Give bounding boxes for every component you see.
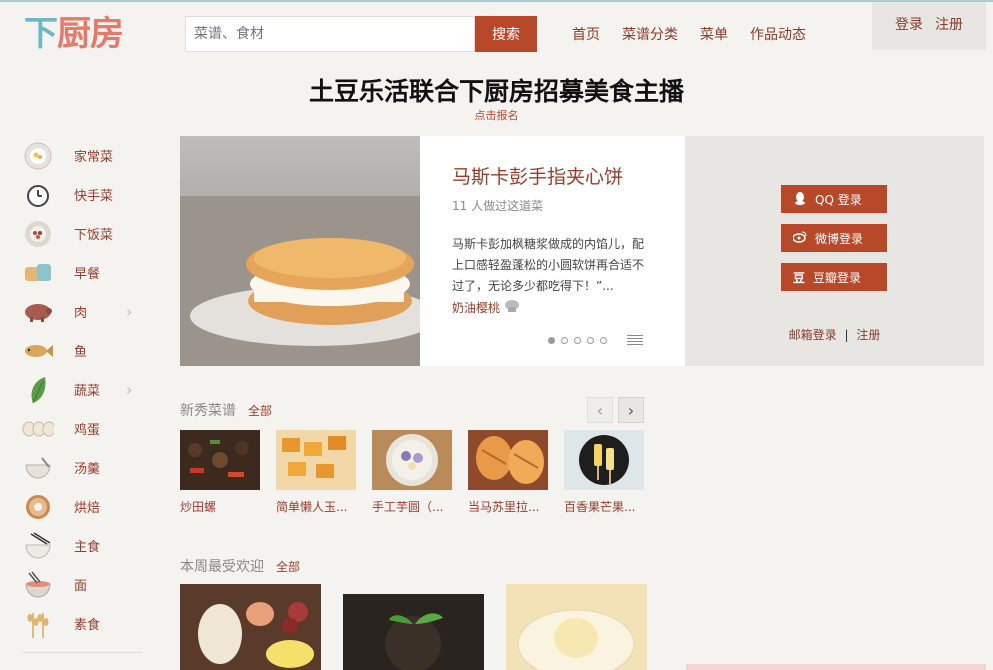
section-title: 本周最受欢迎 bbox=[180, 559, 264, 575]
sidebar-item-soups[interactable]: 汤羹 bbox=[22, 448, 152, 487]
sidebar-item-meat[interactable]: 肉 › bbox=[22, 292, 152, 331]
featured-recipe-card[interactable]: 马斯卡彭手指夹心饼 11 人做过这道菜 马斯卡彭加枫糖浆做成的内馅儿，配上口感轻… bbox=[180, 136, 685, 366]
section-title: 新秀菜谱 bbox=[180, 403, 236, 419]
egg-icon bbox=[22, 415, 54, 443]
carousel-dot[interactable] bbox=[574, 337, 581, 344]
list-item[interactable]: 百香果芒果... bbox=[564, 430, 644, 515]
sidebar-item-rice-dishes[interactable]: 下饭菜 bbox=[22, 214, 152, 253]
recipe-thumbnail[interactable] bbox=[564, 430, 644, 490]
pig-icon bbox=[22, 298, 54, 326]
email-login-link[interactable]: 邮箱登录 bbox=[789, 328, 837, 342]
top-accent-line bbox=[0, 0, 993, 2]
featured-recipe-desc: 马斯卡彭加枫糖浆做成的内馅儿，配上口感轻盈蓬松的小圆软饼再合适不过了，无论多少都… bbox=[452, 237, 645, 293]
sidebar-item-vegetables[interactable]: 蔬菜 › bbox=[22, 370, 152, 409]
sidebar-item-breakfast[interactable]: 早餐 bbox=[22, 253, 152, 292]
featured-recipe-image[interactable] bbox=[180, 136, 420, 366]
douban-icon: 豆 bbox=[793, 270, 806, 285]
login-link[interactable]: 登录 bbox=[895, 14, 923, 34]
carousel-dot[interactable] bbox=[548, 337, 555, 344]
qq-login-button[interactable]: QQ 登录 bbox=[781, 185, 887, 213]
recipe-thumbnail[interactable] bbox=[343, 584, 484, 670]
next-arrow-icon[interactable]: › bbox=[618, 397, 644, 423]
ad-banner-edge bbox=[686, 664, 986, 670]
noodle-icon bbox=[22, 571, 54, 599]
recipe-thumbnail[interactable] bbox=[276, 430, 356, 490]
register-link[interactable]: 注册 bbox=[935, 14, 963, 34]
plate-icon bbox=[22, 142, 54, 170]
new-recipes-header: 新秀菜谱 全部 bbox=[180, 400, 272, 420]
promo-signup-link[interactable]: 点击报名 bbox=[0, 107, 993, 123]
sidebar-item-quick[interactable]: 快手菜 bbox=[22, 175, 152, 214]
view-all-link[interactable]: 全部 bbox=[276, 558, 300, 575]
recipe-thumbnail[interactable] bbox=[506, 584, 647, 670]
featured-recipe-author[interactable]: 奶油樱桃 bbox=[452, 299, 652, 316]
search-button[interactable]: 搜索 bbox=[475, 16, 537, 52]
sidebar-item-eggs[interactable]: 鸡蛋 bbox=[22, 409, 152, 448]
social-login-panel: QQ 登录 微博登录 豆 豆瓣登录 邮箱登录 | 注册 bbox=[685, 136, 984, 366]
leaf-icon bbox=[22, 376, 54, 404]
view-all-link[interactable]: 全部 bbox=[248, 402, 272, 419]
list-icon[interactable] bbox=[627, 335, 643, 347]
carousel-dot[interactable] bbox=[587, 337, 594, 344]
weibo-login-button[interactable]: 微博登录 bbox=[781, 224, 887, 252]
rice-bowl-icon bbox=[22, 531, 54, 560]
featured-recipe-title[interactable]: 马斯卡彭手指夹心饼 bbox=[452, 162, 652, 189]
recipe-thumbnail[interactable] bbox=[372, 430, 452, 490]
site-logo[interactable]: 下厨房 bbox=[24, 14, 124, 54]
carousel-dot[interactable] bbox=[561, 337, 568, 344]
new-recipes-list: 炒田螺 简单懒人玉... 手工芋圆（... 当马苏里拉... 百香果芒果... bbox=[180, 430, 644, 515]
list-item[interactable]: 手工芋圆（... bbox=[372, 430, 452, 515]
qq-icon bbox=[793, 191, 807, 208]
featured-recipe-count: 11 人做过这道菜 bbox=[452, 199, 544, 213]
nav-categories[interactable]: 菜谱分类 bbox=[622, 24, 678, 44]
sidebar-item-homestyle[interactable]: 家常菜 bbox=[22, 136, 152, 175]
search-input[interactable] bbox=[185, 16, 475, 52]
nav-menus[interactable]: 菜单 bbox=[700, 24, 728, 44]
email-login-line: 邮箱登录 | 注册 bbox=[788, 328, 881, 342]
nav-activity[interactable]: 作品动态 bbox=[750, 24, 806, 44]
recipe-thumbnail[interactable] bbox=[468, 430, 548, 490]
recipe-thumbnail[interactable] bbox=[180, 430, 260, 490]
chevron-right-icon: › bbox=[126, 380, 133, 399]
carousel-dots bbox=[548, 337, 607, 344]
douban-login-button[interactable]: 豆 豆瓣登录 bbox=[781, 263, 887, 291]
clock-icon bbox=[22, 181, 54, 209]
weibo-icon bbox=[792, 230, 807, 247]
cup-icon bbox=[22, 259, 54, 287]
category-sidebar: 家常菜 快手菜 下饭菜 早餐 肉 › 鱼 蔬菜 › 鸡蛋 汤羹 烘焙 主食 面 … bbox=[22, 136, 152, 643]
promo-title[interactable]: 土豆乐活联合下厨房招募美食主播 bbox=[0, 72, 993, 108]
list-item[interactable]: 当马苏里拉... bbox=[468, 430, 548, 515]
fish-icon bbox=[22, 337, 54, 365]
bowl-icon bbox=[22, 220, 54, 248]
top-nav: 首页 菜谱分类 菜单 作品动态 bbox=[572, 24, 806, 44]
sidebar-item-noodles[interactable]: 面 bbox=[22, 565, 152, 604]
list-item[interactable]: 炒田螺 bbox=[180, 430, 260, 515]
sidebar-item-fish[interactable]: 鱼 bbox=[22, 331, 152, 370]
donut-icon bbox=[22, 493, 54, 521]
email-register-link[interactable]: 注册 bbox=[856, 328, 880, 342]
carousel-dot[interactable] bbox=[600, 337, 607, 344]
account-box: 登录 注册 bbox=[872, 2, 986, 50]
popular-header: 本周最受欢迎 全部 bbox=[180, 556, 300, 576]
list-item[interactable]: 简单懒人玉... bbox=[276, 430, 356, 515]
popular-list bbox=[180, 584, 647, 670]
sidebar-item-baking[interactable]: 烘焙 bbox=[22, 487, 152, 526]
prev-arrow-icon[interactable]: ‹ bbox=[587, 397, 613, 423]
sidebar-divider bbox=[22, 652, 142, 653]
wheat-icon bbox=[22, 610, 54, 638]
soup-icon bbox=[22, 454, 54, 482]
chevron-right-icon: › bbox=[126, 302, 133, 321]
chef-hat-icon bbox=[504, 299, 520, 316]
nav-home[interactable]: 首页 bbox=[572, 24, 600, 44]
recipe-thumbnail[interactable] bbox=[180, 584, 321, 670]
sidebar-item-vegetarian[interactable]: 素食 bbox=[22, 604, 152, 643]
sidebar-item-staples[interactable]: 主食 bbox=[22, 526, 152, 565]
